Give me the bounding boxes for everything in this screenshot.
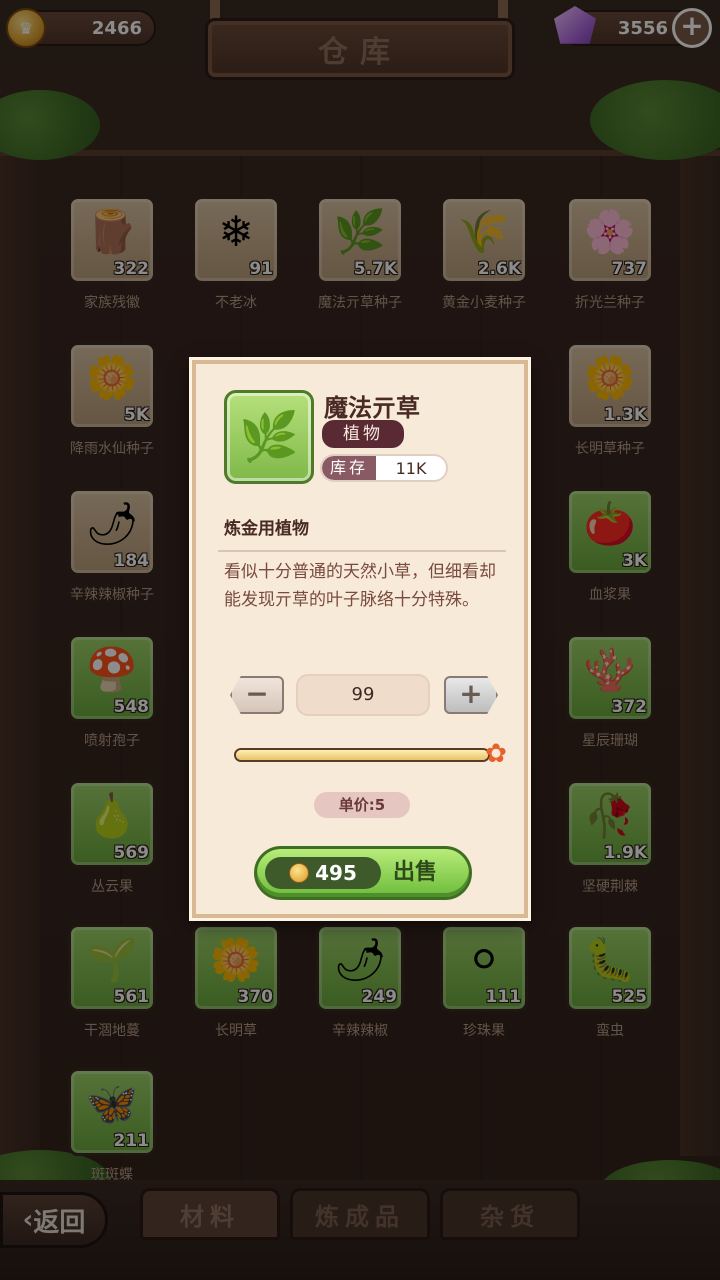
item-type-badge: 植物 [322,420,404,448]
quantity-input[interactable]: 99 [296,674,430,716]
sell-button[interactable]: 495 出售 [254,846,472,900]
item-detail-dialog: 🌿 魔法亓草 植物 库存 11K 炼金用植物 看似十分普通的天然小草，但细看却能… [192,360,528,918]
unit-price: 单价:5 [314,792,410,818]
sell-total: 495 [265,857,381,889]
quantity-slider[interactable] [234,748,490,762]
stock-badge: 库存 11K [320,454,448,482]
divider [218,550,506,552]
stock-label: 库存 [322,456,377,480]
item-name: 魔法亓草 [324,394,420,422]
coin-icon [289,863,310,883]
decrease-quantity-button[interactable]: − [230,676,284,714]
slider-thumb-flower-icon[interactable]: ✿ [482,740,510,768]
stock-value: 11K [395,458,427,478]
herb-icon: 🌿 [224,390,314,484]
increase-quantity-button[interactable]: + [444,676,498,714]
item-description: 看似十分普通的天然小草，但细看却能发现亓草的叶子脉络十分特殊。 [224,562,496,610]
slider-fill [236,750,488,760]
sell-total-amount: 495 [315,861,357,885]
item-category: 炼金用植物 [224,519,309,539]
sell-label: 出售 [393,860,438,885]
